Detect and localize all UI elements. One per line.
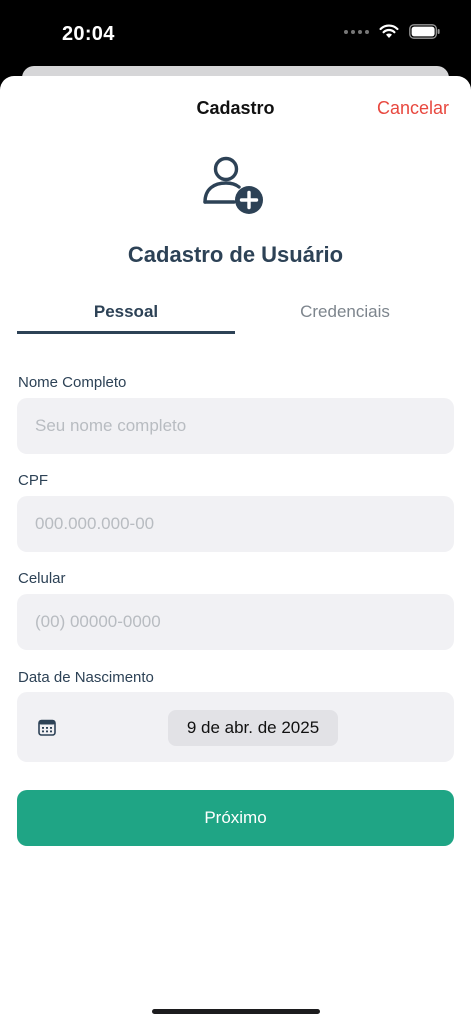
status-bar: 20:04 <box>0 0 471 70</box>
phone-label: Celular <box>18 570 66 587</box>
battery-icon <box>409 24 440 39</box>
birth-date-label: Data de Nascimento <box>18 669 154 686</box>
home-indicator <box>152 1009 320 1014</box>
full-name-label: Nome Completo <box>18 374 127 391</box>
cpf-label: CPF <box>18 472 48 489</box>
cpf-input[interactable] <box>17 496 454 552</box>
page-title: Cadastro de Usuário <box>127 242 344 267</box>
status-icons <box>344 24 441 39</box>
calendar-icon[interactable] <box>38 719 56 736</box>
tab-pessoal[interactable]: Pessoal <box>17 290 235 334</box>
tab-credenciais[interactable]: Credenciais <box>236 290 454 334</box>
signal-icon <box>344 29 369 34</box>
status-time: 20:04 <box>62 23 115 45</box>
next-button[interactable]: Próximo <box>17 790 454 846</box>
tab-bar: Pessoal Credenciais <box>17 290 454 334</box>
birth-date-field: 9 de abr. de 2025 <box>17 692 454 762</box>
modal-sheet: Cadastro Cancelar Cadastro de Usuário Pe… <box>0 76 471 1024</box>
birth-date-picker[interactable]: 9 de abr. de 2025 <box>168 710 338 746</box>
user-plus-icon <box>203 156 263 214</box>
wifi-icon <box>379 24 399 38</box>
cancel-button[interactable]: Cancelar <box>377 98 449 119</box>
full-name-input[interactable] <box>17 398 454 454</box>
phone-input[interactable] <box>17 594 454 650</box>
